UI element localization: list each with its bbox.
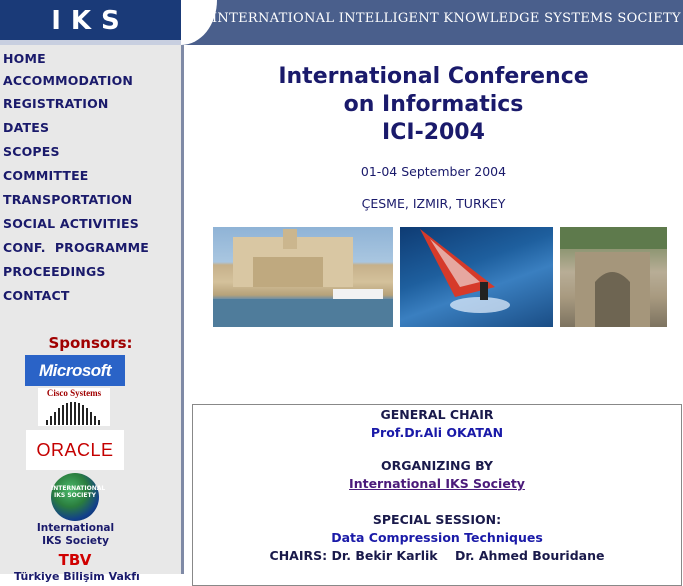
general-chair-name: Prof.Dr.Ali OKATAN [370,425,504,440]
windsurf-scene [420,229,510,313]
general-chair-label: GENERAL CHAIR [380,407,494,422]
nav-scopes[interactable]: SCOPES [3,144,60,159]
banner-title: INTERNATIONAL INTELLIGENT KNOWLEDGE SYST… [212,11,681,26]
session-chairs: CHAIRS: Dr. Bekir Karlik Dr. Ahmed Bouri… [269,548,605,563]
ruins-photo [560,227,667,327]
microsoft-logo[interactable]: Microsoft [25,355,125,386]
harbor-photo [213,227,393,327]
organizer-link-row: International IKS Society [192,476,682,491]
windsurf-photo [400,227,553,327]
nav-contact[interactable]: CONTACT [3,288,70,303]
special-session-label: SPECIAL SESSION: [372,512,502,527]
nav-conf-programme[interactable]: CONF. PROGRAMME [3,240,149,255]
iks-society-label: International IKS Society [0,522,151,548]
iks-globe-text: INTERNATIONAL IKS SOCIETY [51,485,106,499]
nav-transportation[interactable]: TRANSPORTATION [3,192,132,207]
conference-title-line3: ICI-2004 [382,120,485,145]
iks-logo: IKS [51,6,130,36]
conference-title-line2: on Informatics [343,92,524,117]
sponsors-heading: Sponsors: [48,334,133,352]
nav-dates[interactable]: DATES [3,120,49,135]
conference-dates: 01-04 September 2004 [360,164,507,179]
nav-home[interactable]: HOME [3,51,46,66]
tbv-subtitle: Türkiye Bilişim Vakfı [14,570,140,583]
oracle-logo-text: ORACLE [36,440,114,460]
nav-committee[interactable]: COMMITTEE [3,168,89,183]
iks-society-link[interactable]: International IKS Society [349,476,525,491]
conference-title-line1: International Conference [278,64,589,89]
harbor-scene [213,229,393,327]
conference-location: ÇESME, IZMIR, TURKEY [361,196,506,211]
iks-label-line1: International [36,522,115,534]
special-session-name: Data Compression Techniques [331,530,543,545]
ruins-scene [560,227,667,327]
nav-accommodation[interactable]: ACCOMMODATION [3,73,133,88]
cisco-logo-text: Cisco Systems [46,388,102,398]
nav-registration[interactable]: REGISTRATION [3,96,109,111]
nav-proceedings[interactable]: PROCEEDINGS [3,264,106,279]
nav-social-activities[interactable]: SOCIAL ACTIVITIES [3,216,139,231]
tbv-logo[interactable]: TBV [0,551,150,569]
iks-label-line2: IKS Society [42,535,109,547]
organizing-label: ORGANIZING BY [381,458,493,473]
